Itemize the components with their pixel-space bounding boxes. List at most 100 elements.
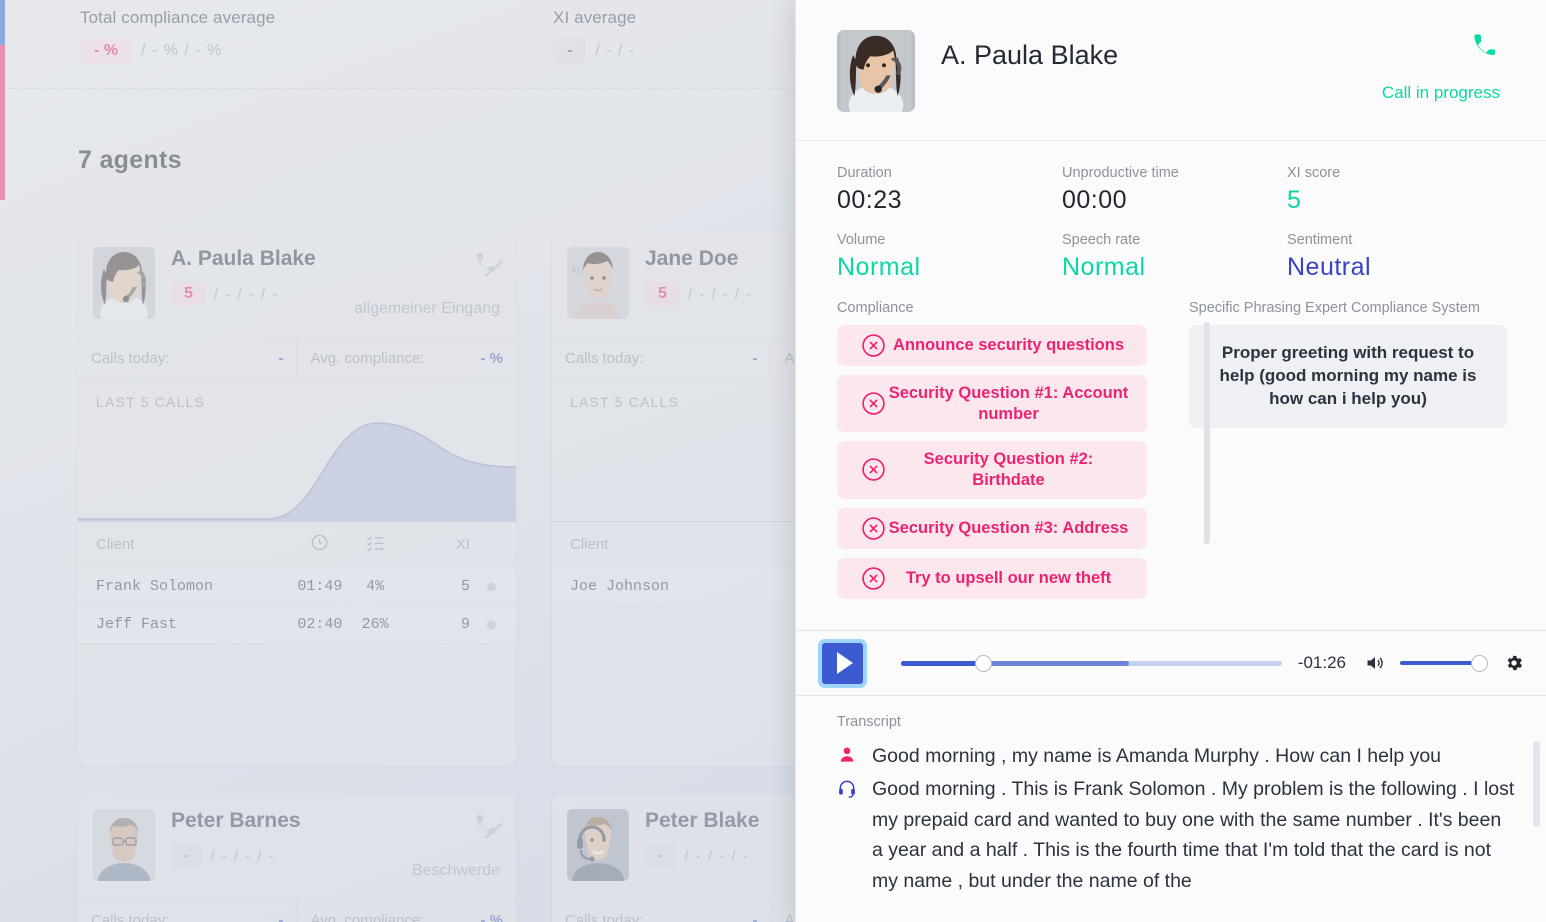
col-xi: XI (395, 522, 516, 568)
phone-icon[interactable] (1472, 30, 1500, 60)
agent-card[interactable]: A. Paula Blake 5 / - / - / - allgemeiner… (78, 232, 516, 766)
panel-agent-name: A. Paula Blake (941, 40, 1119, 70)
avatar: PIA (567, 247, 629, 319)
agent-stats-row: Calls today: - Avg. compliance: - % (78, 898, 516, 922)
agent-stats-row: Calls today: - Avg. compliance: - % (78, 336, 516, 380)
stat-calls-today: Calls today: - (78, 899, 297, 922)
circle-x-icon (861, 391, 886, 416)
kpi-xi-average: XI average - / - / - (553, 8, 636, 64)
compliance-item[interactable]: Announce security questions (837, 325, 1147, 366)
compliance-item-label: Security Question #2: Birthdate (923, 450, 1094, 489)
cell-duration: 01:49 (285, 567, 355, 606)
stat-label: Calls today: (91, 911, 170, 922)
agent-card-identity: Peter Blake - / - / - / - (645, 809, 800, 868)
agent-card-header: Peter Barnes - / - / - / - Beschwerde (78, 794, 516, 898)
agent-card-header: Peter Blake - / - / - / - (552, 794, 800, 898)
table-body: Frank Solomon 01:49 4% 5 Jeff Fast 02:40 (78, 567, 516, 644)
agent-score-rest: / - / - / - (213, 285, 279, 303)
agent-score-badge: - (171, 844, 203, 868)
circle-x-icon (861, 333, 886, 358)
stat-value: - (752, 349, 758, 367)
call-detail-panel: A. Paula Blake Call in progress Duration… (795, 0, 1546, 922)
metric-duration: Duration 00:23 (837, 165, 1062, 215)
transcript-title: Transcript (837, 714, 901, 730)
kpi-label: XI average (553, 8, 637, 27)
seek-slider[interactable] (901, 653, 1282, 673)
col-client: Client (552, 522, 789, 568)
stat-value: - % (480, 911, 504, 922)
compliance-item-label: Announce security questions (892, 336, 1125, 355)
play-icon (836, 652, 853, 674)
metric-xi-score: XI score 5 (1287, 165, 1546, 215)
agent-card-identity: A. Paula Blake 5 / - / - / - (171, 247, 502, 306)
seek-handle[interactable] (974, 655, 992, 672)
table-row[interactable]: Jeff Fast 02:40 26% 9 (78, 605, 516, 644)
call-metrics-grid: Duration 00:23 Unproductive time 00:00 X… (796, 141, 1546, 300)
phone-off-icon (472, 812, 505, 840)
table-row[interactable]: Frank Solomon 01:49 4% 5 (78, 567, 516, 606)
stat-value: - (278, 911, 284, 922)
avatar-image (93, 247, 155, 319)
metric-label: Duration (837, 165, 892, 181)
phone-off-icon (472, 250, 505, 278)
agent-score-rest: / - / - / - (687, 285, 753, 303)
agent-queue-label: Beschwerde (411, 862, 500, 879)
compliance-item[interactable]: Security Question #1: Account number (837, 375, 1147, 433)
agent-score-rest: / - / - / - (210, 847, 276, 865)
volume-handle[interactable] (1471, 655, 1488, 672)
stat-label: Avg. compliance: (310, 349, 425, 367)
stat-calls-today: Calls today: - (552, 899, 771, 922)
metric-sentiment: Sentiment Neutral (1287, 232, 1546, 282)
compliance-item[interactable]: Try to upsell our new theft (837, 557, 1147, 599)
avatar (93, 247, 155, 319)
agent-card-header: PIA Jane Doe 5 / - / - / - (552, 232, 800, 336)
avatar-image: PIA (567, 247, 629, 319)
avatar (567, 809, 629, 881)
phrasing-item[interactable]: Proper greeting with request to help (go… (1189, 325, 1507, 428)
compliance-item[interactable]: Security Question #2: Birthdate (837, 441, 1147, 499)
stat-value: - % (480, 349, 504, 367)
table-row[interactable]: Joe Johnson 02:0 (552, 567, 800, 606)
dashboard-background: Total compliance average - % / - % / - %… (0, 0, 800, 922)
agent-card-identity: Peter Barnes - / - / - / - (171, 809, 502, 868)
agent-stats-row: Calls today: - Avg. compliance: - % (552, 898, 800, 922)
agent-card-identity: Jane Doe 5 / - / - / - (645, 247, 800, 306)
agent-score-line: 5 / - / - / - (645, 282, 800, 306)
phrasing-title: Specific Phrasing Expert Compliance Syst… (1189, 300, 1480, 316)
agent-name: Peter Blake (645, 809, 760, 832)
phrasing-column: Specific Phrasing Expert Compliance Syst… (1189, 300, 1507, 630)
col-client: Client (78, 522, 286, 568)
gear-icon[interactable] (1504, 653, 1524, 673)
kpi-values: - % / - % / - % (80, 38, 275, 64)
cell-xi: 5 (395, 567, 516, 606)
clock-icon (285, 522, 355, 568)
table-header-row: Client XI (78, 522, 516, 568)
play-button[interactable] (818, 638, 867, 688)
transcript-scrollbar[interactable] (1533, 741, 1540, 827)
metric-value: 00:00 (1062, 186, 1128, 214)
last-5-calls-label: LAST 5 CALLS (570, 394, 680, 410)
compliance-title: Compliance (837, 300, 914, 316)
kpi-rest: / - / - (595, 42, 636, 59)
circle-x-icon (861, 516, 886, 541)
metric-value: Normal (837, 253, 921, 281)
stat-avg-compliance: Avg. compliance: - % (296, 337, 517, 379)
agent-card[interactable]: Peter Blake - / - / - / - Calls today: -… (552, 794, 800, 922)
agent-score-badge: 5 (645, 282, 680, 306)
compliance-item[interactable]: Security Question #3: Address (837, 507, 1147, 549)
table-head: Client XI (78, 522, 516, 568)
volume-slider[interactable] (1400, 653, 1488, 673)
kpi-badge: - (553, 38, 587, 64)
agent-score-badge: 5 (171, 282, 206, 306)
last-5-calls-section: LAST 5 CALLS (78, 380, 516, 522)
transcript-text: Good morning . This is Frank Solomon . M… (872, 777, 1515, 893)
metric-label: Volume (837, 232, 886, 248)
circle-x-icon (861, 566, 886, 591)
agent-card[interactable]: Peter Barnes - / - / - / - Beschwerde Ca… (78, 794, 516, 922)
cell-client: Joe Johnson (552, 567, 789, 606)
section-divider (8, 88, 800, 89)
compliance-scrollbar[interactable] (1204, 322, 1210, 544)
volume-icon[interactable] (1364, 653, 1386, 673)
circle-x-icon (861, 457, 886, 482)
agent-card[interactable]: PIA Jane Doe 5 / - / - / - Calls today: … (552, 232, 800, 766)
